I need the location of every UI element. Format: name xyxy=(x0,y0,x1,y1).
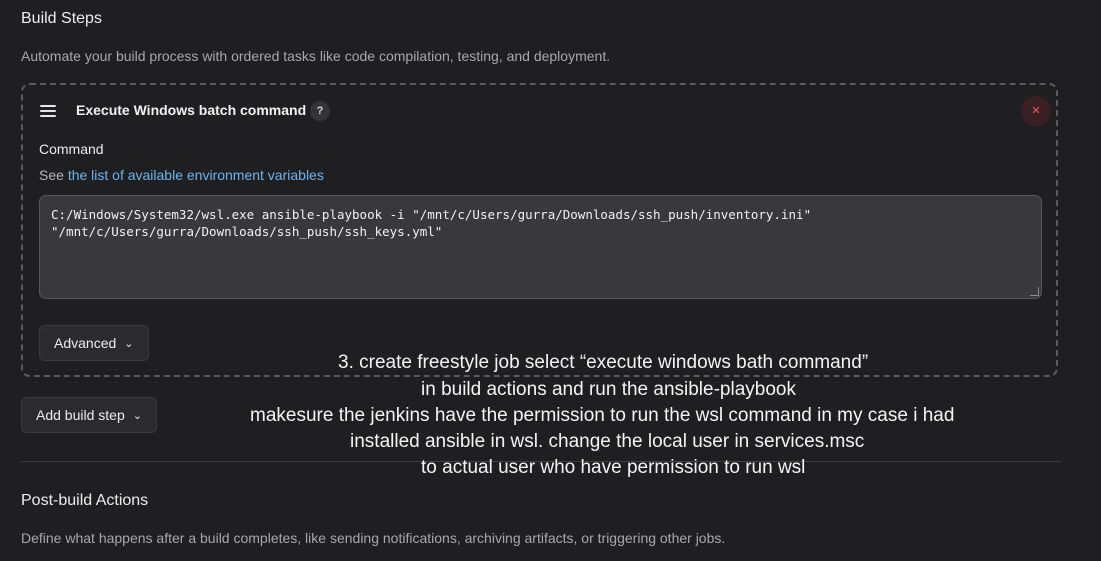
advanced-button[interactable]: Advanced ⌄ xyxy=(39,325,149,361)
chevron-down-icon: ⌄ xyxy=(124,338,134,350)
env-vars-hint-prefix: See xyxy=(39,167,68,183)
annotation-line: installed ansible in wsl. change the loc… xyxy=(350,431,865,452)
add-build-step-label: Add build step xyxy=(36,407,125,423)
build-step-card: Execute Windows batch command ? × Comman… xyxy=(21,83,1058,377)
command-text: C:/Windows/System32/wsl.exe ansible-play… xyxy=(51,207,812,239)
drag-handle-icon[interactable] xyxy=(40,105,56,117)
help-icon[interactable]: ? xyxy=(310,101,330,121)
annotation-line: in build actions and run the ansible-pla… xyxy=(421,379,796,400)
build-steps-title: Build Steps xyxy=(21,10,102,27)
build-steps-description: Automate your build process with ordered… xyxy=(21,48,611,64)
build-step-title: Execute Windows batch command xyxy=(76,102,307,118)
annotation-line: makesure the jenkins have the permission… xyxy=(250,405,955,426)
build-config-page: Build Steps Automate your build process … xyxy=(0,0,1101,561)
chevron-down-icon: ⌄ xyxy=(132,410,142,422)
remove-step-button[interactable]: × xyxy=(1021,96,1051,126)
command-label: Command xyxy=(39,141,104,157)
section-divider xyxy=(21,461,1061,462)
add-build-step-button[interactable]: Add build step ⌄ xyxy=(21,397,157,433)
resize-grip-icon[interactable] xyxy=(1030,287,1039,296)
post-build-description: Define what happens after a build comple… xyxy=(21,530,726,546)
command-textarea[interactable]: C:/Windows/System32/wsl.exe ansible-play… xyxy=(39,195,1042,299)
advanced-label: Advanced xyxy=(54,335,117,351)
post-build-title: Post-build Actions xyxy=(21,492,149,509)
env-vars-hint: See the list of available environment va… xyxy=(39,167,324,183)
env-vars-link[interactable]: the list of available environment variab… xyxy=(68,167,324,183)
